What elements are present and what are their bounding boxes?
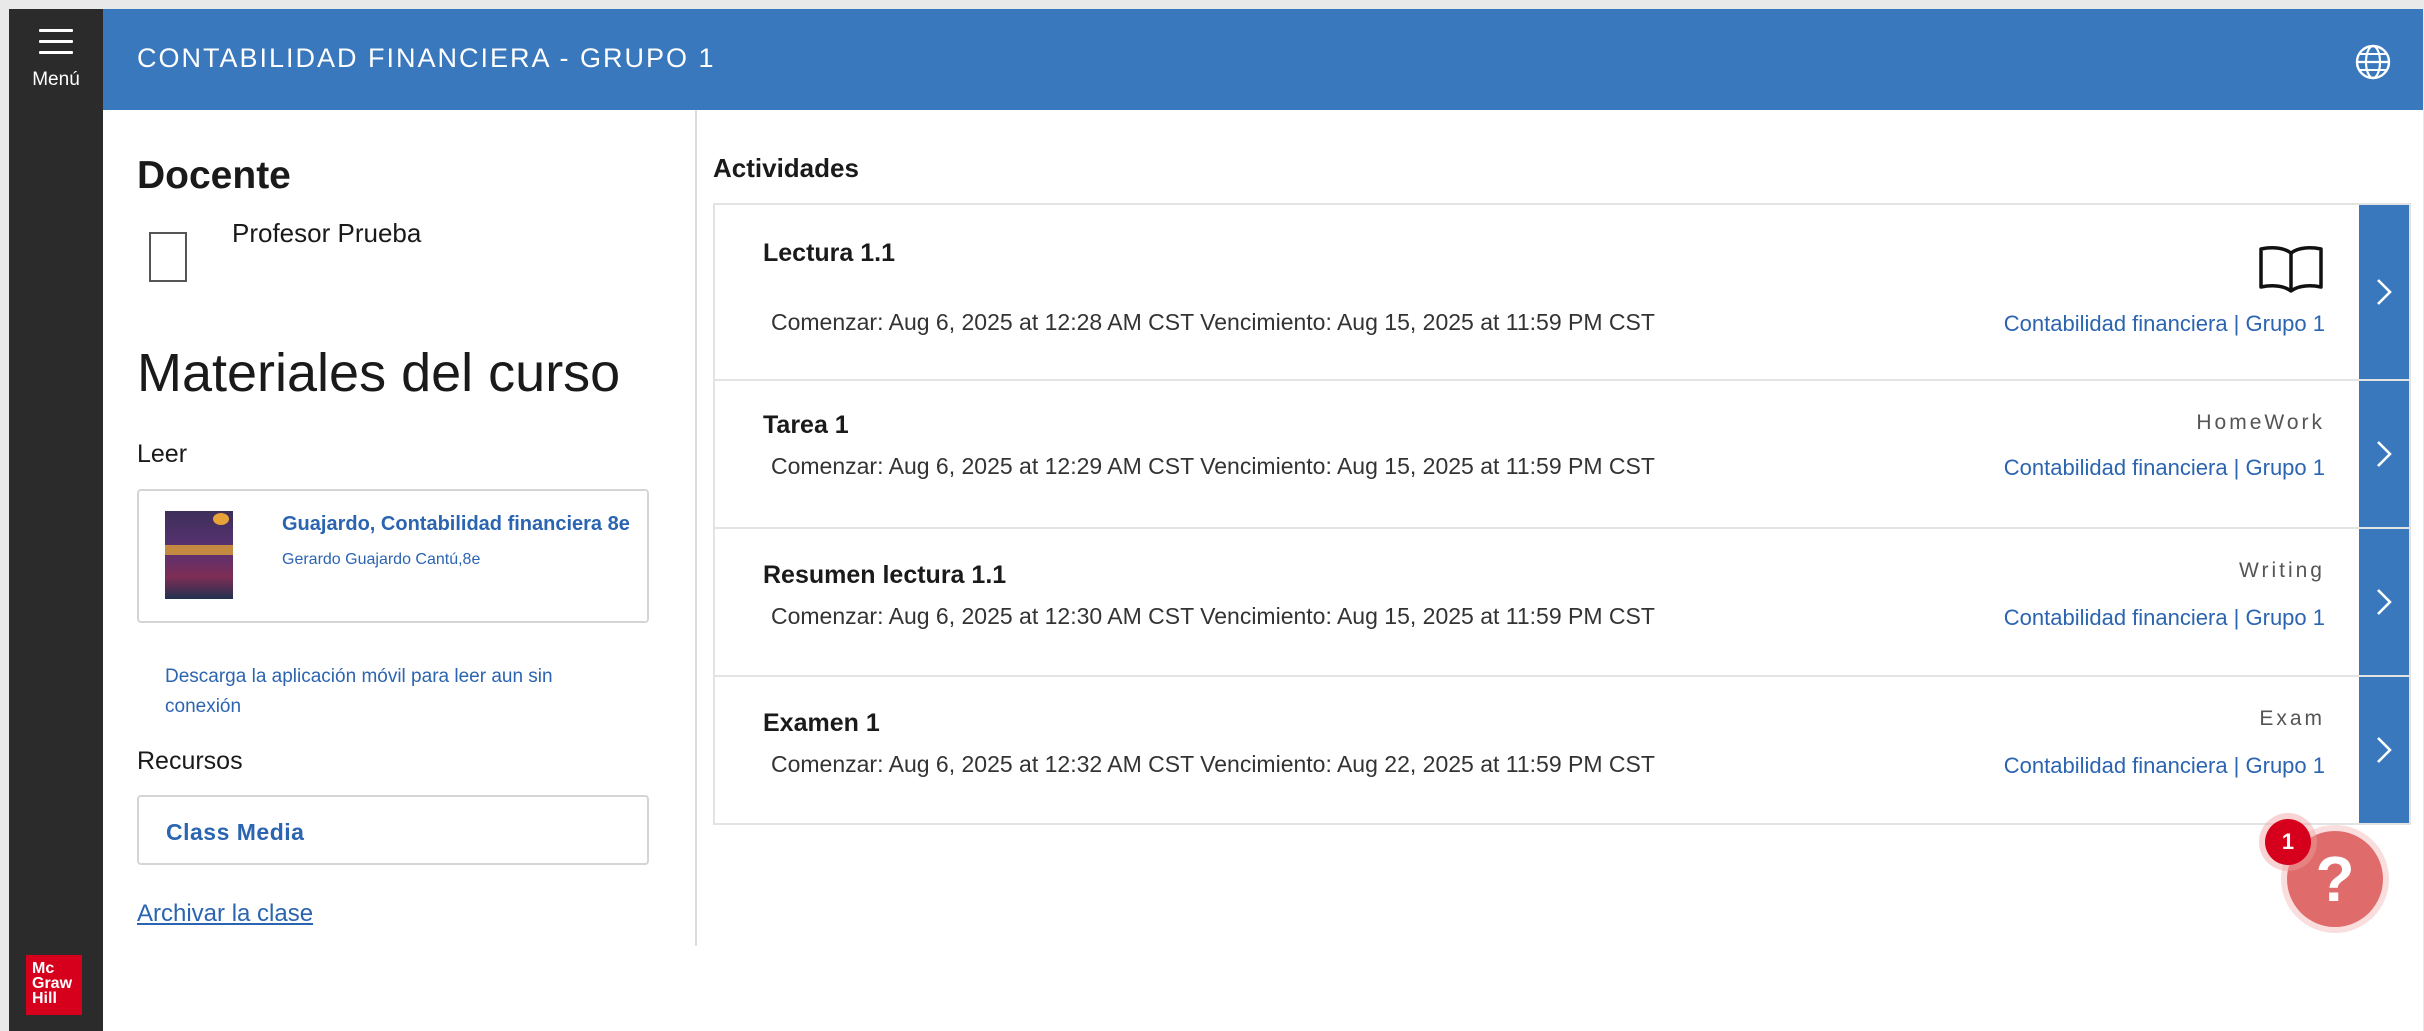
open-activity-button[interactable] [2359,677,2409,823]
activity-title: Resumen lectura 1.1 [763,561,1007,589]
book-cover-image [165,511,233,599]
activity-course-link[interactable]: Contabilidad financiera | Grupo 1 [2004,753,2325,779]
chevron-right-icon [2377,737,2392,763]
chevron-right-icon [2377,279,2392,305]
activities-heading: Actividades [713,153,859,183]
activity-title: Lectura 1.1 [763,239,896,267]
activities-section: Actividades Lectura 1.1 Comenzar: Aug 6,… [697,110,2423,946]
chevron-right-icon [2377,441,2392,467]
materiales-heading: Materiales del curso [137,343,621,403]
archive-class-link[interactable]: Archivar la clase [137,900,313,928]
course-title: CONTABILIDAD FINANCIERA - GRUPO 1 [137,43,716,73]
open-activity-button[interactable] [2359,529,2409,675]
mcgraw-hill-logo: Mc Graw Hill [26,955,82,1015]
activity-item[interactable]: Resumen lectura 1.1 Writing Comenzar: Au… [715,529,2409,677]
activity-course-link[interactable]: Contabilidad financiera | Grupo 1 [2004,605,2325,631]
download-app-link[interactable]: Descarga la aplicación móvil para leer a… [165,662,605,722]
teacher-name: Profesor Prueba [232,218,422,248]
activity-title: Tarea 1 [763,411,849,439]
activities-list: Lectura 1.1 Comenzar: Aug 6, 2025 at 12:… [713,203,2411,825]
recursos-label: Recursos [137,747,243,775]
course-header: CONTABILIDAD FINANCIERA - GRUPO 1 [103,9,2423,110]
activity-title: Examen 1 [763,709,880,737]
activity-dates: Comenzar: Aug 6, 2025 at 12:30 AM CST Ve… [771,603,1655,629]
activity-dates: Comenzar: Aug 6, 2025 at 12:32 AM CST Ve… [771,751,1655,777]
app-frame: Menú Mc Graw Hill CONTABILIDAD FINANCIERA … [9,9,2423,1031]
book-open-icon [2259,246,2323,293]
activity-course-link[interactable]: Contabilidad financiera | Grupo 1 [2004,311,2325,337]
activity-item[interactable]: Lectura 1.1 Comenzar: Aug 6, 2025 at 12:… [715,205,2409,381]
leer-label: Leer [137,440,188,468]
activity-course-link[interactable]: Contabilidad financiera | Grupo 1 [2004,455,2325,481]
left-rail: Menú Mc Graw Hill [9,9,103,1031]
book-author: Gerardo Guajardo Cantú,8e [282,551,481,568]
activity-type: Writing [2239,559,2325,582]
docente-heading: Docente [137,154,291,197]
activity-dates: Comenzar: Aug 6, 2025 at 12:29 AM CST Ve… [771,453,1655,479]
activity-item[interactable]: Examen 1 Exam Comenzar: Aug 6, 2025 at 1… [715,677,2409,823]
notification-badge: 1 [2265,819,2311,865]
globe-icon[interactable] [2353,42,2393,82]
hamburger-icon [39,29,73,55]
course-info-panel: Docente Profesor Prueba Materiales del c… [103,110,697,946]
class-media-label: Class Media [166,819,305,845]
open-activity-button[interactable] [2359,381,2409,527]
activity-dates: Comenzar: Aug 6, 2025 at 12:28 AM CST Ve… [771,309,1655,335]
menu-button[interactable]: Menú [9,19,103,109]
menu-label: Menú [32,69,80,90]
class-media-button[interactable]: Class Media [137,795,649,865]
open-activity-button[interactable] [2359,205,2409,379]
book-title: Guajardo, Contabilidad financiera 8e [282,513,630,535]
activity-type: Exam [2259,707,2325,730]
avatar [149,232,187,282]
activity-type: HomeWork [2196,411,2325,434]
chevron-right-icon [2377,589,2392,615]
activity-item[interactable]: Tarea 1 HomeWork Comenzar: Aug 6, 2025 a… [715,381,2409,529]
ebook-card[interactable]: Guajardo, Contabilidad financiera 8e Ger… [137,489,649,623]
